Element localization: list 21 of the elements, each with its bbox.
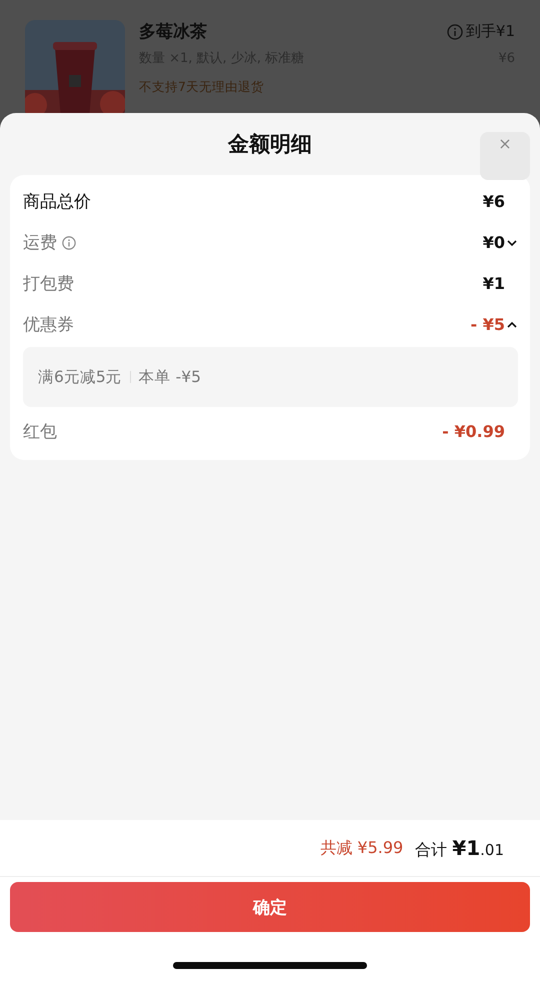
info-icon[interactable]: [62, 236, 76, 250]
fee-value: - ¥5: [470, 315, 505, 334]
net-price: 到手¥1: [466, 22, 515, 41]
fee-label: 红包: [23, 421, 57, 443]
coupon-rule: 满6元减5元: [38, 366, 122, 388]
discount-total: 共减 ¥5.99: [320, 838, 404, 858]
confirm-button[interactable]: 确定: [10, 882, 530, 932]
fee-value: - ¥0.99: [442, 422, 505, 441]
fee-label: 打包费: [23, 273, 74, 295]
return-notice: 不支持7天无理由退货: [139, 79, 265, 96]
fee-value: ¥0: [482, 233, 505, 252]
product-name: 多莓冰茶: [139, 21, 207, 43]
coupon-amount: 本单 -¥5: [138, 366, 201, 388]
order-total: 合计 ¥1.01: [415, 836, 504, 860]
fee-label: 商品总价: [23, 191, 91, 213]
fee-label: 优惠券: [23, 314, 74, 336]
close-button[interactable]: ×: [480, 132, 530, 180]
fee-label: 运费: [23, 232, 57, 254]
sheet-title: 金额明细: [228, 131, 312, 158]
fee-value: ¥6: [482, 192, 505, 211]
fee-value: ¥1: [482, 274, 505, 293]
